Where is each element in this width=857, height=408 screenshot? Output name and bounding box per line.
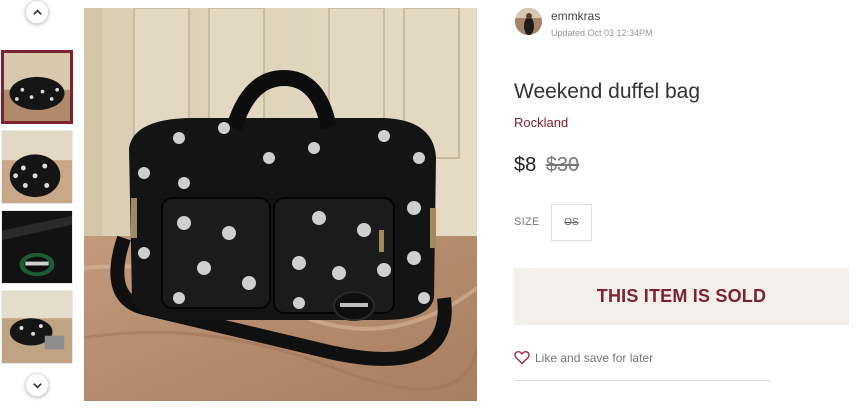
listing-details: emmkras Updated Oct 03 12:34PM Weekend d…: [514, 0, 857, 408]
thumbnail-image: [2, 131, 72, 203]
thumbnail-2[interactable]: [1, 130, 73, 204]
seller-username[interactable]: emmkras: [551, 9, 653, 23]
gallery-prev-button[interactable]: [25, 0, 49, 24]
current-price: $8: [514, 154, 537, 176]
seller-info: emmkras Updated Oct 03 12:34PM: [515, 8, 653, 39]
size-option: OS: [551, 204, 592, 241]
like-label: Like and save for later: [535, 350, 654, 365]
price-row: $8 $30: [514, 154, 579, 177]
heart-icon: [514, 350, 530, 365]
thumbnail-image: [2, 211, 72, 283]
listing-title: Weekend duffel bag: [514, 80, 701, 103]
updated-timestamp: Updated Oct 03 12:34PM: [551, 28, 653, 38]
thumbnail-4[interactable]: [1, 290, 73, 364]
main-product-photo[interactable]: [84, 8, 477, 401]
user-avatar-image: [515, 8, 542, 35]
thumbnail-image: [4, 53, 70, 121]
chevron-down-icon: [32, 382, 42, 389]
thumbnail-rail: [0, 0, 76, 408]
duffel-bag-image: [84, 8, 477, 401]
thumbnail-1[interactable]: [1, 50, 73, 124]
chevron-up-icon: [32, 8, 42, 15]
gallery-next-button[interactable]: [25, 373, 49, 397]
listing-location-link[interactable]: Rockland: [514, 115, 568, 130]
thumbnail-3[interactable]: [1, 210, 73, 284]
sold-banner: THIS ITEM IS SOLD: [514, 268, 849, 325]
divider: [514, 380, 771, 381]
original-price: $30: [545, 154, 580, 176]
like-button[interactable]: Like and save for later: [514, 350, 653, 365]
thumbnail-image: [2, 291, 72, 363]
avatar[interactable]: [515, 8, 542, 35]
size-label: SIZE: [514, 216, 540, 228]
